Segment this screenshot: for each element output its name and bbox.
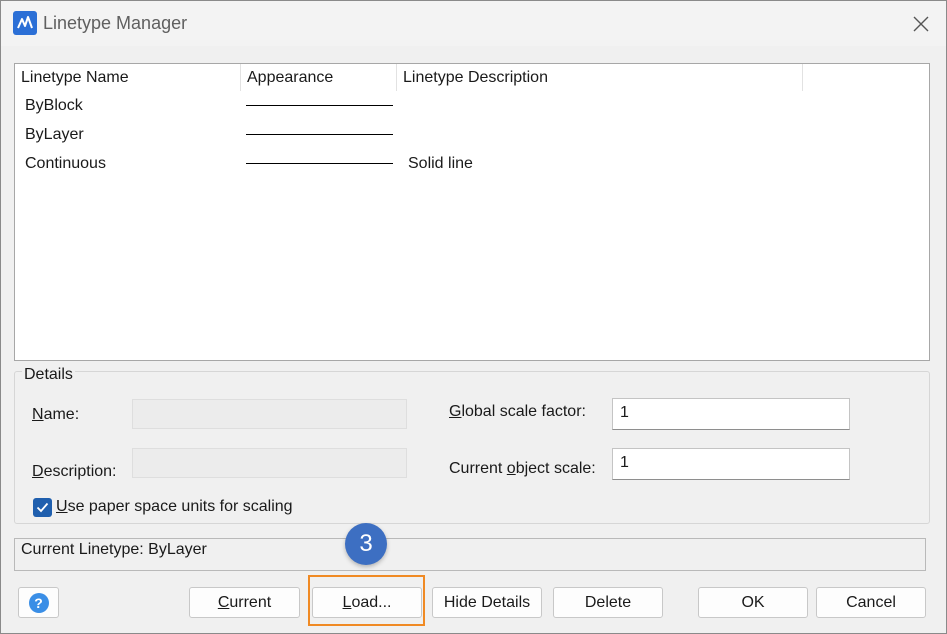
object-scale-input[interactable]: 1: [612, 448, 850, 480]
row-name: ByLayer: [25, 126, 84, 143]
hide-details-button[interactable]: Hide Details: [432, 587, 542, 618]
app-icon: [13, 11, 37, 35]
current-linetype-status: Current Linetype: ByLayer: [14, 538, 926, 571]
row-name: Continuous: [25, 155, 106, 172]
window-title: Linetype Manager: [43, 13, 188, 33]
cancel-button[interactable]: Cancel: [816, 587, 926, 618]
column-header-appearance[interactable]: Appearance: [241, 64, 397, 91]
description-label: Description:: [32, 463, 117, 480]
row-appearance-line: [246, 163, 393, 164]
title-bar: Linetype Manager: [1, 1, 946, 46]
linetype-list[interactable]: Linetype Name Appearance Linetype Descri…: [14, 63, 930, 361]
help-button[interactable]: ?: [18, 587, 59, 618]
checkmark-icon: [36, 502, 49, 513]
ok-button[interactable]: OK: [698, 587, 808, 618]
description-field: [132, 448, 407, 478]
list-header: Linetype Name Appearance Linetype Descri…: [15, 64, 929, 91]
list-row-continuous[interactable]: Continuous Solid line: [15, 149, 929, 178]
step-badge: 3: [345, 523, 387, 565]
name-field: [132, 399, 407, 429]
global-scale-label: Global scale factor:: [449, 403, 586, 420]
delete-button[interactable]: Delete: [553, 587, 663, 618]
list-row-byblock[interactable]: ByBlock: [15, 91, 929, 120]
row-appearance-line: [246, 105, 393, 106]
details-legend: Details: [22, 366, 75, 384]
object-scale-label: Current object scale:: [449, 460, 596, 477]
current-button[interactable]: Current: [189, 587, 300, 618]
list-row-bylayer[interactable]: ByLayer: [15, 120, 929, 149]
column-header-linetype-name[interactable]: Linetype Name: [15, 64, 241, 91]
linetype-manager-dialog: Linetype Manager Linetype Name Appearanc…: [0, 0, 947, 634]
details-group: Details Name: Description: Global scale …: [14, 366, 930, 524]
row-name: ByBlock: [25, 97, 83, 114]
close-button[interactable]: [901, 7, 941, 41]
global-scale-input[interactable]: 1: [612, 398, 850, 430]
close-icon: [913, 16, 929, 32]
name-label: Name:: [32, 406, 80, 423]
column-header-linetype-description[interactable]: Linetype Description: [397, 64, 803, 91]
row-appearance-line: [246, 134, 393, 135]
paper-space-checkbox[interactable]: [33, 498, 52, 517]
paper-space-label[interactable]: Use paper space units for scaling: [56, 498, 293, 516]
row-description: Solid line: [408, 155, 473, 172]
load-button[interactable]: Load...: [312, 587, 422, 618]
help-icon: ?: [28, 592, 49, 613]
